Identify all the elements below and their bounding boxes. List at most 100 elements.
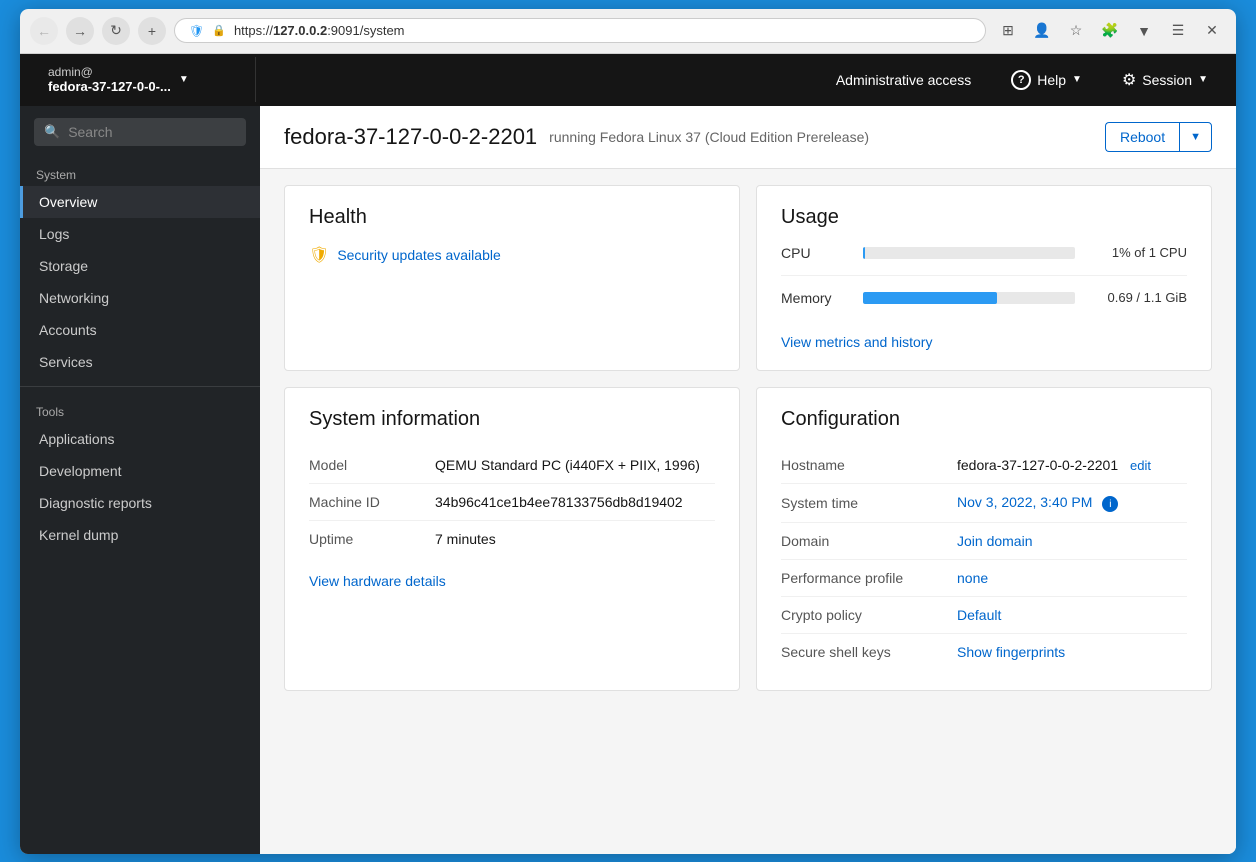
user-menu-chevron: ▼ bbox=[179, 74, 189, 85]
shield-warning-icon: 🛡 bbox=[309, 245, 329, 265]
reload-button[interactable]: ↻ bbox=[102, 17, 130, 45]
hostname-row: Hostname fedora-37-127-0-0-2-2201 edit bbox=[781, 447, 1187, 484]
admin-access-button[interactable]: Administrative access bbox=[824, 66, 983, 94]
session-button[interactable]: ⚙ Session ▼ bbox=[1110, 64, 1220, 96]
page-header: fedora-37-127-0-0-2-2201 running Fedora … bbox=[260, 106, 1236, 169]
forward-button[interactable]: → bbox=[66, 17, 94, 45]
memory-bar-background bbox=[863, 292, 1075, 304]
back-button[interactable]: ← bbox=[30, 17, 58, 45]
help-button[interactable]: ? Help ▼ bbox=[999, 64, 1094, 96]
extensions2-button[interactable]: 🧩 bbox=[1096, 17, 1124, 45]
menu-dropdown-button[interactable]: ▼ bbox=[1130, 17, 1158, 45]
ssh-label: Secure shell keys bbox=[781, 644, 941, 660]
machine-id-value: 34b96c41ce1b4ee78133756db8d19402 bbox=[435, 494, 683, 510]
performance-label: Performance profile bbox=[781, 570, 941, 586]
uptime-value: 7 minutes bbox=[435, 531, 496, 547]
sidebar-item-label: Kernel dump bbox=[39, 527, 118, 543]
usage-card-title: Usage bbox=[781, 206, 1187, 229]
performance-link[interactable]: none bbox=[957, 570, 988, 586]
model-value: QEMU Standard PC (i440FX + PIIX, 1996) bbox=[435, 457, 700, 473]
sidebar-item-development[interactable]: Development bbox=[20, 455, 260, 487]
profile-button[interactable]: 👤 bbox=[1028, 17, 1056, 45]
admin-access-label: Administrative access bbox=[836, 72, 971, 88]
sidebar-item-label: Storage bbox=[39, 258, 88, 274]
sidebar-item-storage[interactable]: Storage bbox=[20, 250, 260, 282]
memory-usage-row: Memory 0.69 / 1.1 GiB bbox=[781, 290, 1187, 320]
gear-icon: ⚙ bbox=[1122, 70, 1136, 90]
uptime-row: Uptime 7 minutes bbox=[309, 521, 715, 557]
memory-label: Memory bbox=[781, 290, 851, 306]
sidebar-item-overview[interactable]: Overview bbox=[20, 186, 260, 218]
username-label: admin@ bbox=[48, 65, 171, 79]
machine-id-row: Machine ID 34b96c41ce1b4ee78133756db8d19… bbox=[309, 484, 715, 521]
extensions-button[interactable]: ⊞ bbox=[994, 17, 1022, 45]
configuration-title: Configuration bbox=[781, 408, 1187, 431]
system-info-table: Model QEMU Standard PC (i440FX + PIIX, 1… bbox=[309, 447, 715, 557]
address-bar[interactable]: 🛡 🔒 https://127.0.0.2:9091/system bbox=[174, 18, 986, 43]
domain-row: Domain Join domain bbox=[781, 523, 1187, 560]
cpu-bar-background bbox=[863, 247, 1075, 259]
search-input[interactable] bbox=[68, 124, 236, 140]
sidebar-item-services[interactable]: Services bbox=[20, 346, 260, 378]
domain-value: Join domain bbox=[957, 533, 1187, 549]
cpu-usage-row: CPU 1% of 1 CPU bbox=[781, 245, 1187, 276]
view-hardware-link[interactable]: View hardware details bbox=[309, 573, 446, 589]
system-time-link[interactable]: Nov 3, 2022, 3:40 PM bbox=[957, 494, 1092, 510]
uptime-label: Uptime bbox=[309, 531, 419, 547]
system-time-value: Nov 3, 2022, 3:40 PM i bbox=[957, 494, 1187, 513]
system-section-label: System bbox=[20, 158, 260, 186]
system-time-info-icon[interactable]: i bbox=[1102, 496, 1118, 512]
sidebar-item-kernel-dump[interactable]: Kernel dump bbox=[20, 519, 260, 551]
model-row: Model QEMU Standard PC (i440FX + PIIX, 1… bbox=[309, 447, 715, 484]
hostname-label: fedora-37-127-0-0-... bbox=[48, 79, 171, 94]
sidebar-item-label: Logs bbox=[39, 226, 69, 242]
system-info-card: System information Model QEMU Standard P… bbox=[284, 387, 740, 692]
sidebar-item-label: Development bbox=[39, 463, 122, 479]
view-metrics-link[interactable]: View metrics and history bbox=[781, 334, 932, 350]
shield-icon: 🛡 bbox=[189, 24, 204, 38]
sidebar-item-logs[interactable]: Logs bbox=[20, 218, 260, 250]
usage-card: Usage CPU 1% of 1 CPU Memory bbox=[756, 185, 1212, 371]
reboot-dropdown-button[interactable]: ▼ bbox=[1179, 122, 1212, 152]
help-chevron-icon: ▼ bbox=[1072, 74, 1082, 85]
close-button[interactable]: ✕ bbox=[1198, 17, 1226, 45]
help-label: Help bbox=[1037, 72, 1066, 88]
join-domain-link[interactable]: Join domain bbox=[957, 533, 1033, 549]
crypto-link[interactable]: Default bbox=[957, 607, 1001, 623]
sidebar-item-diagnostic-reports[interactable]: Diagnostic reports bbox=[20, 487, 260, 519]
bookmark-button[interactable]: ☆ bbox=[1062, 17, 1090, 45]
ssh-fingerprints-link[interactable]: Show fingerprints bbox=[957, 644, 1065, 660]
reboot-button[interactable]: Reboot bbox=[1105, 122, 1179, 152]
crypto-value: Default bbox=[957, 607, 1187, 623]
sidebar: 🔍 System Overview Logs Storage bbox=[20, 106, 260, 854]
sidebar-item-label: Networking bbox=[39, 290, 109, 306]
sidebar-item-label: Accounts bbox=[39, 322, 97, 338]
cpu-label: CPU bbox=[781, 245, 851, 261]
search-container: 🔍 bbox=[20, 106, 260, 158]
crypto-row: Crypto policy Default bbox=[781, 597, 1187, 634]
cards-grid: Health 🛡 Security updates available Usag… bbox=[260, 169, 1236, 708]
new-tab-button[interactable]: + bbox=[138, 17, 166, 45]
page-subtitle: running Fedora Linux 37 (Cloud Edition P… bbox=[549, 129, 1093, 145]
user-menu[interactable]: admin@ fedora-37-127-0-0-... ▼ bbox=[36, 57, 256, 102]
health-card-title: Health bbox=[309, 206, 715, 229]
performance-row: Performance profile none bbox=[781, 560, 1187, 597]
security-updates-link[interactable]: Security updates available bbox=[337, 247, 500, 263]
configuration-card: Configuration Hostname fedora-37-127-0-0… bbox=[756, 387, 1212, 692]
health-card: Health 🛡 Security updates available bbox=[284, 185, 740, 371]
machine-id-label: Machine ID bbox=[309, 494, 419, 510]
crypto-label: Crypto policy bbox=[781, 607, 941, 623]
hostname-value: fedora-37-127-0-0-2-2201 edit bbox=[957, 457, 1187, 473]
model-label: Model bbox=[309, 457, 419, 473]
sidebar-item-label: Overview bbox=[39, 194, 97, 210]
sidebar-item-applications[interactable]: Applications bbox=[20, 423, 260, 455]
sidebar-item-accounts[interactable]: Accounts bbox=[20, 314, 260, 346]
session-chevron-icon: ▼ bbox=[1198, 74, 1208, 85]
hamburger-menu-button[interactable]: ☰ bbox=[1164, 17, 1192, 45]
sidebar-item-networking[interactable]: Networking bbox=[20, 282, 260, 314]
sidebar-item-label: Diagnostic reports bbox=[39, 495, 152, 511]
hostname-edit-link[interactable]: edit bbox=[1130, 458, 1151, 473]
ssh-row: Secure shell keys Show fingerprints bbox=[781, 634, 1187, 670]
system-time-label: System time bbox=[781, 495, 941, 511]
tools-section-label: Tools bbox=[20, 395, 260, 423]
